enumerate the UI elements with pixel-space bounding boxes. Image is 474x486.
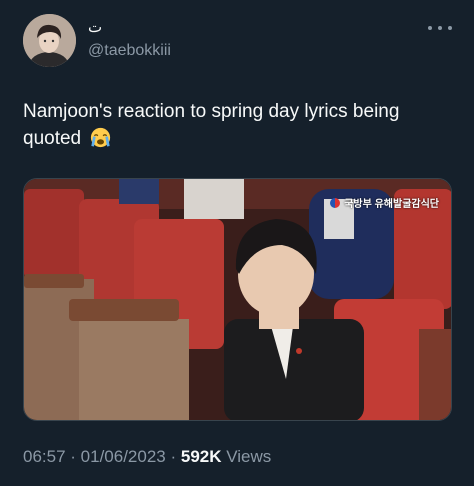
tweet-meta: 06:57 · 01/06/2023 · 592K Views — [23, 447, 271, 467]
watermark-text: 국방부 유해발굴감식단 — [344, 199, 439, 210]
profile-avatar-icon — [23, 14, 76, 67]
display-name[interactable]: ت — [88, 18, 102, 36]
separator: · — [165, 447, 181, 466]
tweet-media[interactable]: 국방부 유해발굴감식단 — [23, 178, 452, 421]
tweet-time[interactable]: 06:57 — [23, 447, 66, 466]
video-still-image — [24, 179, 451, 420]
dot — [448, 26, 452, 30]
watermark-logo-icon — [330, 197, 341, 208]
tweet-header: ت @taebokkiii — [0, 0, 474, 80]
broadcast-watermark: 국방부 유해발굴감식단 — [330, 195, 439, 210]
tweet-body: Namjoon's reaction to spring day lyrics … — [23, 101, 400, 149]
tweet-date[interactable]: 01/06/2023 — [81, 447, 166, 466]
views-label: Views — [221, 447, 272, 466]
loudly-crying-face-emoji-icon — [91, 127, 111, 148]
user-handle[interactable]: @taebokkiii — [88, 42, 171, 60]
avatar[interactable] — [23, 14, 76, 67]
views-count[interactable]: 592K — [181, 447, 222, 466]
tweet-text: Namjoon's reaction to spring day lyrics … — [23, 98, 453, 152]
more-dots-icon[interactable] — [428, 20, 452, 36]
separator: · — [65, 447, 81, 466]
dot — [438, 26, 442, 30]
dot — [428, 26, 432, 30]
